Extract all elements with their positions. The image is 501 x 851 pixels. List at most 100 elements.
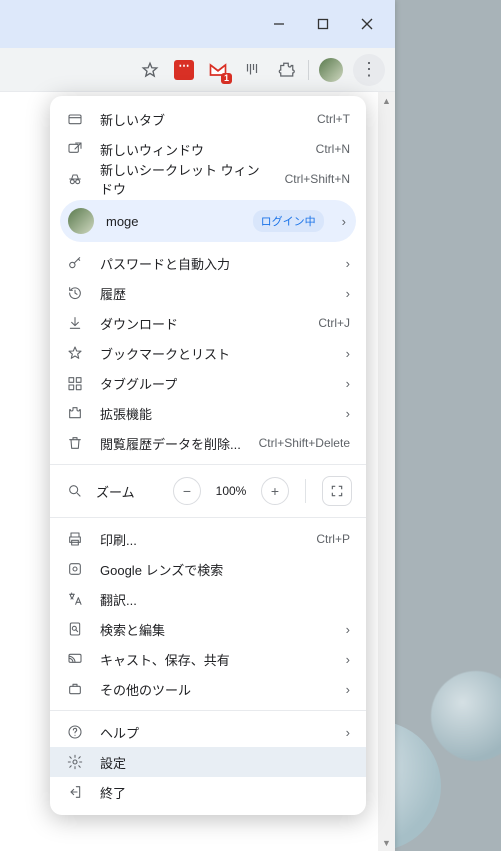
tab-groups-icon: [66, 375, 84, 391]
menu-zoom-row: ズーム − 100% +: [50, 471, 366, 511]
zoom-divider: [305, 479, 306, 503]
menu-shortcut: Ctrl+Shift+Delete: [259, 436, 350, 450]
vertical-scrollbar[interactable]: ▲ ▼: [378, 92, 395, 851]
menu-item-incognito[interactable]: 新しいシークレット ウィンドウ Ctrl+Shift+N: [50, 164, 366, 194]
chevron-right-icon: ›: [346, 256, 350, 271]
zoom-icon: [66, 483, 84, 499]
menu-label: 印刷...: [100, 530, 300, 549]
minimize-button[interactable]: [257, 7, 301, 41]
menu-shortcut: Ctrl+T: [317, 112, 350, 126]
close-button[interactable]: [345, 7, 389, 41]
translate-icon: [66, 591, 84, 607]
menu-item-more-tools[interactable]: その他のツール ›: [50, 674, 366, 704]
chevron-right-icon: ›: [346, 346, 350, 361]
key-icon: [66, 255, 84, 271]
menu-label: 履歴: [100, 284, 330, 303]
scroll-down-arrow-icon[interactable]: ▼: [378, 834, 395, 851]
menu-item-history[interactable]: 履歴 ›: [50, 278, 366, 308]
menu-label: 終了: [100, 783, 350, 802]
menu-item-new-tab[interactable]: 新しいタブ Ctrl+T: [50, 104, 366, 134]
extension-gmail-icon[interactable]: 1: [206, 58, 230, 82]
menu-item-settings[interactable]: 設定: [50, 747, 366, 777]
extension-lastpass-icon[interactable]: [172, 58, 196, 82]
menu-label: 検索と編集: [100, 620, 330, 639]
menu-item-help[interactable]: ヘルプ ›: [50, 717, 366, 747]
chevron-right-icon: ›: [346, 725, 350, 740]
chevron-right-icon: ›: [346, 376, 350, 391]
menu-shortcut: Ctrl+N: [316, 142, 350, 156]
history-icon: [66, 285, 84, 301]
menu-label: パスワードと自動入力: [100, 254, 330, 273]
menu-profile-row[interactable]: moge ログイン中 ›: [60, 200, 356, 242]
profile-status-badge: ログイン中: [253, 210, 324, 232]
menu-label: 翻訳...: [100, 590, 350, 609]
extension-antenna-icon[interactable]: [240, 58, 264, 82]
zoom-value: 100%: [213, 484, 249, 498]
menu-item-bookmarks[interactable]: ブックマークとリスト ›: [50, 338, 366, 368]
print-icon: [66, 531, 84, 547]
menu-label: ダウンロード: [100, 314, 302, 333]
menu-item-translate[interactable]: 翻訳...: [50, 584, 366, 614]
menu-label: 新しいウィンドウ: [100, 140, 300, 159]
menu-label: Google レンズで検索: [100, 560, 350, 579]
profile-avatar-icon: [68, 208, 94, 234]
chevron-right-icon: ›: [346, 286, 350, 301]
profile-name: moge: [106, 214, 241, 229]
chevron-right-icon: ›: [346, 682, 350, 697]
menu-shortcut: Ctrl+P: [316, 532, 350, 546]
menu-separator: [50, 710, 366, 711]
menu-label: 閲覧履歴データを削除...: [100, 434, 243, 453]
chrome-main-menu: 新しいタブ Ctrl+T 新しいウィンドウ Ctrl+N 新しいシークレット ウ…: [50, 96, 366, 815]
download-icon: [66, 315, 84, 331]
exit-icon: [66, 784, 84, 800]
zoom-out-button[interactable]: −: [173, 477, 201, 505]
window-titlebar: [0, 0, 395, 48]
scroll-up-arrow-icon[interactable]: ▲: [378, 92, 395, 109]
chevron-right-icon: ›: [342, 214, 346, 229]
menu-item-find[interactable]: 検索と編集 ›: [50, 614, 366, 644]
bookmark-star-icon[interactable]: [138, 58, 162, 82]
menu-label: 新しいシークレット ウィンドウ: [100, 160, 269, 198]
menu-item-exit[interactable]: 終了: [50, 777, 366, 807]
menu-item-print[interactable]: 印刷... Ctrl+P: [50, 524, 366, 554]
puzzle-icon: [66, 405, 84, 421]
menu-item-extensions[interactable]: 拡張機能 ›: [50, 398, 366, 428]
chevron-right-icon: ›: [346, 622, 350, 637]
fullscreen-button[interactable]: [322, 476, 352, 506]
menu-separator: [50, 464, 366, 465]
chrome-menu-button[interactable]: ⋮: [353, 54, 385, 86]
menu-label: 設定: [100, 753, 350, 772]
profile-avatar-button[interactable]: [319, 58, 343, 82]
menu-label: その他のツール: [100, 680, 330, 699]
toolbar-divider: [308, 60, 309, 80]
find-icon: [66, 621, 84, 637]
chevron-right-icon: ›: [346, 652, 350, 667]
new-window-icon: [66, 141, 84, 157]
star-icon: [66, 345, 84, 361]
menu-label: ズーム: [96, 482, 161, 501]
menu-item-cast[interactable]: キャスト、保存、共有 ›: [50, 644, 366, 674]
cast-icon: [66, 651, 84, 667]
menu-item-clear-data[interactable]: 閲覧履歴データを削除... Ctrl+Shift+Delete: [50, 428, 366, 458]
incognito-icon: [66, 171, 84, 187]
wallpaper-bubble: [431, 671, 501, 761]
menu-label: 新しいタブ: [100, 110, 301, 129]
toolbox-icon: [66, 681, 84, 697]
menu-item-passwords[interactable]: パスワードと自動入力 ›: [50, 248, 366, 278]
extensions-puzzle-icon[interactable]: [274, 58, 298, 82]
maximize-button[interactable]: [301, 7, 345, 41]
menu-label: 拡張機能: [100, 404, 330, 423]
chevron-right-icon: ›: [346, 406, 350, 421]
menu-label: キャスト、保存、共有: [100, 650, 330, 669]
menu-label: ヘルプ: [100, 723, 330, 742]
help-icon: [66, 724, 84, 740]
menu-shortcut: Ctrl+J: [318, 316, 350, 330]
menu-item-downloads[interactable]: ダウンロード Ctrl+J: [50, 308, 366, 338]
menu-item-tab-groups[interactable]: タブグループ ›: [50, 368, 366, 398]
menu-item-lens[interactable]: Google レンズで検索: [50, 554, 366, 584]
gear-icon: [66, 754, 84, 770]
lens-icon: [66, 561, 84, 577]
zoom-in-button[interactable]: +: [261, 477, 289, 505]
gmail-badge: 1: [221, 73, 232, 84]
new-tab-icon: [66, 111, 84, 127]
